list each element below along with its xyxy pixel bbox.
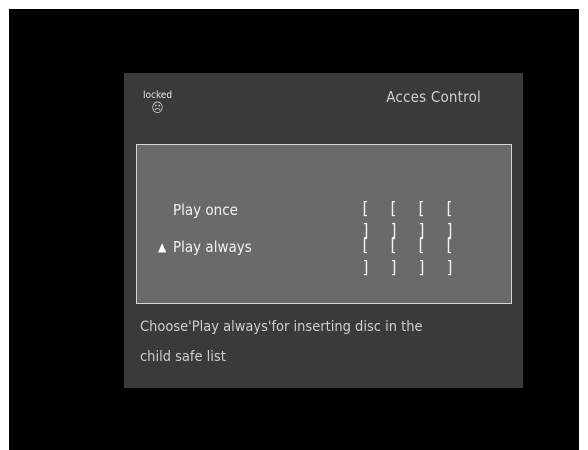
help-text: Choose'Play always'for inserting disc in… <box>140 312 510 372</box>
sad-face-icon: ☹ <box>151 101 164 116</box>
pin-digit-slot[interactable]: [ ] <box>441 235 461 278</box>
help-text-line: Choose'Play always'for inserting disc in… <box>140 319 423 335</box>
play-always-row[interactable]: ▲ Play always [ ] [ ] [ ] [ ] <box>137 235 511 278</box>
pin-digit-slot[interactable]: [ ] <box>385 235 405 278</box>
pin-digit-slot[interactable]: [ ] <box>441 198 461 241</box>
lock-status-label: locked <box>143 90 173 101</box>
play-always-label: Play always <box>173 238 252 256</box>
play-once-label: Play once <box>173 201 238 219</box>
tv-screen: locked ☹ Acces Control Play once [ ] [ ]… <box>9 9 579 450</box>
dialog-title: Acces Control <box>386 88 481 106</box>
lock-status: locked ☹ <box>143 90 172 115</box>
pin-digit-slot[interactable]: [ ] <box>357 198 377 241</box>
play-once-row[interactable]: Play once [ ] [ ] [ ] [ ] <box>137 198 511 241</box>
play-once-pin: [ ] [ ] [ ] [ ] <box>357 198 461 241</box>
help-text-line: child safe list <box>140 349 226 365</box>
pin-digit-slot[interactable]: [ ] <box>357 235 377 278</box>
pin-digit-slot[interactable]: [ ] <box>413 235 433 278</box>
play-always-pin: [ ] [ ] [ ] [ ] <box>357 235 461 278</box>
pin-entry-box: Play once [ ] [ ] [ ] [ ] ▲ Play always … <box>136 144 512 304</box>
pin-digit-slot[interactable]: [ ] <box>413 198 433 241</box>
pin-digit-slot[interactable]: [ ] <box>385 198 405 241</box>
access-control-dialog: locked ☹ Acces Control Play once [ ] [ ]… <box>124 73 523 388</box>
triangle-up-icon: ▲ <box>158 240 167 254</box>
